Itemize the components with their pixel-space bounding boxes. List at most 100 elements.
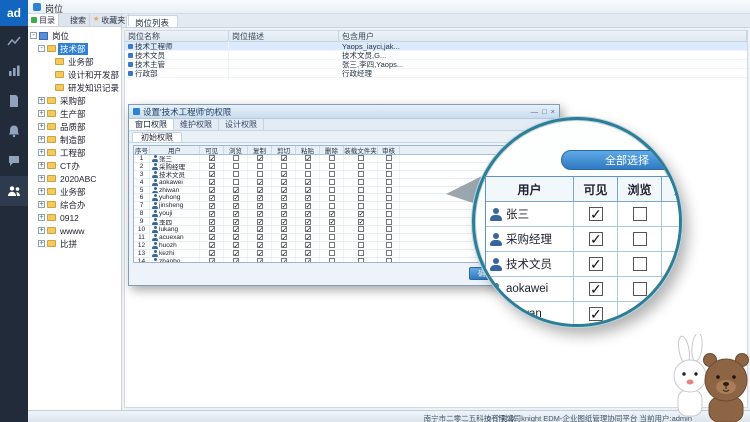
permission-checkbox[interactable] xyxy=(589,207,603,221)
permission-checkbox[interactable] xyxy=(233,234,239,240)
twisty-icon[interactable]: + xyxy=(38,110,45,117)
twisty-icon[interactable]: - xyxy=(38,45,45,52)
tab-window-perms[interactable]: 窗口权限 xyxy=(129,119,174,130)
tree-item[interactable]: +比拼 xyxy=(28,237,121,250)
app-logo[interactable]: ad xyxy=(0,0,28,26)
twisty-icon[interactable]: + xyxy=(38,188,45,195)
permission-checkbox[interactable] xyxy=(358,179,364,185)
permission-checkbox[interactable] xyxy=(589,232,603,246)
permission-checkbox[interactable] xyxy=(386,250,392,256)
tree-item[interactable]: +业务部 xyxy=(28,185,121,198)
permission-checkbox[interactable] xyxy=(329,187,335,193)
tree-item[interactable]: 设计和开发部 xyxy=(28,68,121,81)
tab-design-perms[interactable]: 设计权限 xyxy=(219,119,264,130)
permission-checkbox[interactable] xyxy=(281,234,287,240)
twisty-icon[interactable]: + xyxy=(38,123,45,130)
permission-checkbox[interactable] xyxy=(358,250,364,256)
permission-checkbox[interactable] xyxy=(257,242,263,248)
permission-checkbox[interactable] xyxy=(209,219,215,225)
permission-checkbox[interactable] xyxy=(209,171,215,177)
permission-checkbox[interactable] xyxy=(305,155,311,161)
permission-checkbox[interactable] xyxy=(633,257,647,271)
permission-checkbox[interactable] xyxy=(209,234,215,240)
permission-checkbox[interactable] xyxy=(281,179,287,185)
permission-checkbox[interactable] xyxy=(233,242,239,248)
permission-checkbox[interactable] xyxy=(257,155,263,161)
tab-position-list[interactable]: 岗位列表 xyxy=(126,15,178,27)
perm-row[interactable]: 1张三 xyxy=(134,155,512,163)
permission-checkbox[interactable] xyxy=(209,155,215,161)
magnified-select-all-button[interactable]: 全部选择 xyxy=(561,150,682,170)
permission-checkbox[interactable] xyxy=(305,163,311,169)
permission-checkbox[interactable] xyxy=(358,171,364,177)
permission-checkbox[interactable] xyxy=(358,155,364,161)
permission-checkbox[interactable] xyxy=(209,203,215,209)
permission-checkbox[interactable] xyxy=(281,195,287,201)
dialog-titlebar[interactable]: 设置'技术工程师'的权限 — □ × xyxy=(129,105,559,119)
permission-checkbox[interactable] xyxy=(329,211,335,217)
permission-checkbox[interactable] xyxy=(329,258,335,263)
permission-checkbox[interactable] xyxy=(233,219,239,225)
permission-checkbox[interactable] xyxy=(358,195,364,201)
permission-checkbox[interactable] xyxy=(257,234,263,240)
permission-checkbox[interactable] xyxy=(386,211,392,217)
maximize-icon[interactable]: □ xyxy=(542,107,547,116)
magnified-row[interactable]: 张三 xyxy=(486,202,682,227)
permission-checkbox[interactable] xyxy=(386,179,392,185)
permission-checkbox[interactable] xyxy=(233,258,239,263)
permission-checkbox[interactable] xyxy=(329,226,335,232)
permission-checkbox[interactable] xyxy=(633,207,647,221)
permission-checkbox[interactable] xyxy=(305,219,311,225)
perm-row[interactable]: 14zhanbo xyxy=(134,258,512,263)
magnified-row[interactable]: zhiwan xyxy=(486,302,682,327)
permission-checkbox[interactable] xyxy=(329,219,335,225)
permission-checkbox[interactable] xyxy=(233,187,239,193)
permission-checkbox[interactable] xyxy=(257,195,263,201)
twisty-icon[interactable]: + xyxy=(38,97,45,104)
permission-checkbox[interactable] xyxy=(281,203,287,209)
permission-checkbox[interactable] xyxy=(209,187,215,193)
permission-checkbox[interactable] xyxy=(305,258,311,263)
perm-row[interactable]: 9李四 xyxy=(134,218,512,226)
permission-checkbox[interactable] xyxy=(305,211,311,217)
tree-item[interactable]: +生产部 xyxy=(28,107,121,120)
permission-checkbox[interactable] xyxy=(305,250,311,256)
permission-checkbox[interactable] xyxy=(209,195,215,201)
permission-checkbox[interactable] xyxy=(209,242,215,248)
tree-item[interactable]: -岗位 xyxy=(28,29,121,42)
bar-chart-icon[interactable] xyxy=(0,56,28,86)
twisty-icon[interactable]: + xyxy=(38,227,45,234)
permission-checkbox[interactable] xyxy=(386,226,392,232)
permission-checkbox[interactable] xyxy=(329,234,335,240)
permission-checkbox[interactable] xyxy=(257,163,263,169)
tree-item[interactable]: +2020ABC xyxy=(28,172,121,185)
permission-checkbox[interactable] xyxy=(358,258,364,263)
permission-checkbox[interactable] xyxy=(386,155,392,161)
permission-checkbox[interactable] xyxy=(281,250,287,256)
tree-item[interactable]: +wwww xyxy=(28,224,121,237)
tree-item[interactable]: +工程部 xyxy=(28,146,121,159)
permission-checkbox[interactable] xyxy=(386,187,392,193)
twisty-icon[interactable]: + xyxy=(38,136,45,143)
chat-icon[interactable] xyxy=(0,146,28,176)
permission-checkbox[interactable] xyxy=(329,203,335,209)
tree-item[interactable]: +0912 xyxy=(28,211,121,224)
tab-initial-perms[interactable]: 初始权限 xyxy=(132,132,182,142)
permission-checkbox[interactable] xyxy=(209,226,215,232)
tree-item[interactable]: +制造部 xyxy=(28,133,121,146)
twisty-icon[interactable]: - xyxy=(30,32,37,39)
permission-checkbox[interactable] xyxy=(633,282,647,296)
permission-checkbox[interactable] xyxy=(633,232,647,246)
permission-checkbox[interactable] xyxy=(358,187,364,193)
permission-checkbox[interactable] xyxy=(305,171,311,177)
bell-icon[interactable] xyxy=(0,116,28,146)
permission-checkbox[interactable] xyxy=(305,195,311,201)
permission-checkbox[interactable] xyxy=(305,179,311,185)
permission-checkbox[interactable] xyxy=(257,211,263,217)
twisty-icon[interactable]: + xyxy=(38,175,45,182)
tree-item[interactable]: +品质部 xyxy=(28,120,121,133)
users-icon[interactable] xyxy=(0,176,28,206)
permission-checkbox[interactable] xyxy=(233,226,239,232)
document-icon[interactable] xyxy=(0,86,28,116)
permission-checkbox[interactable] xyxy=(281,155,287,161)
